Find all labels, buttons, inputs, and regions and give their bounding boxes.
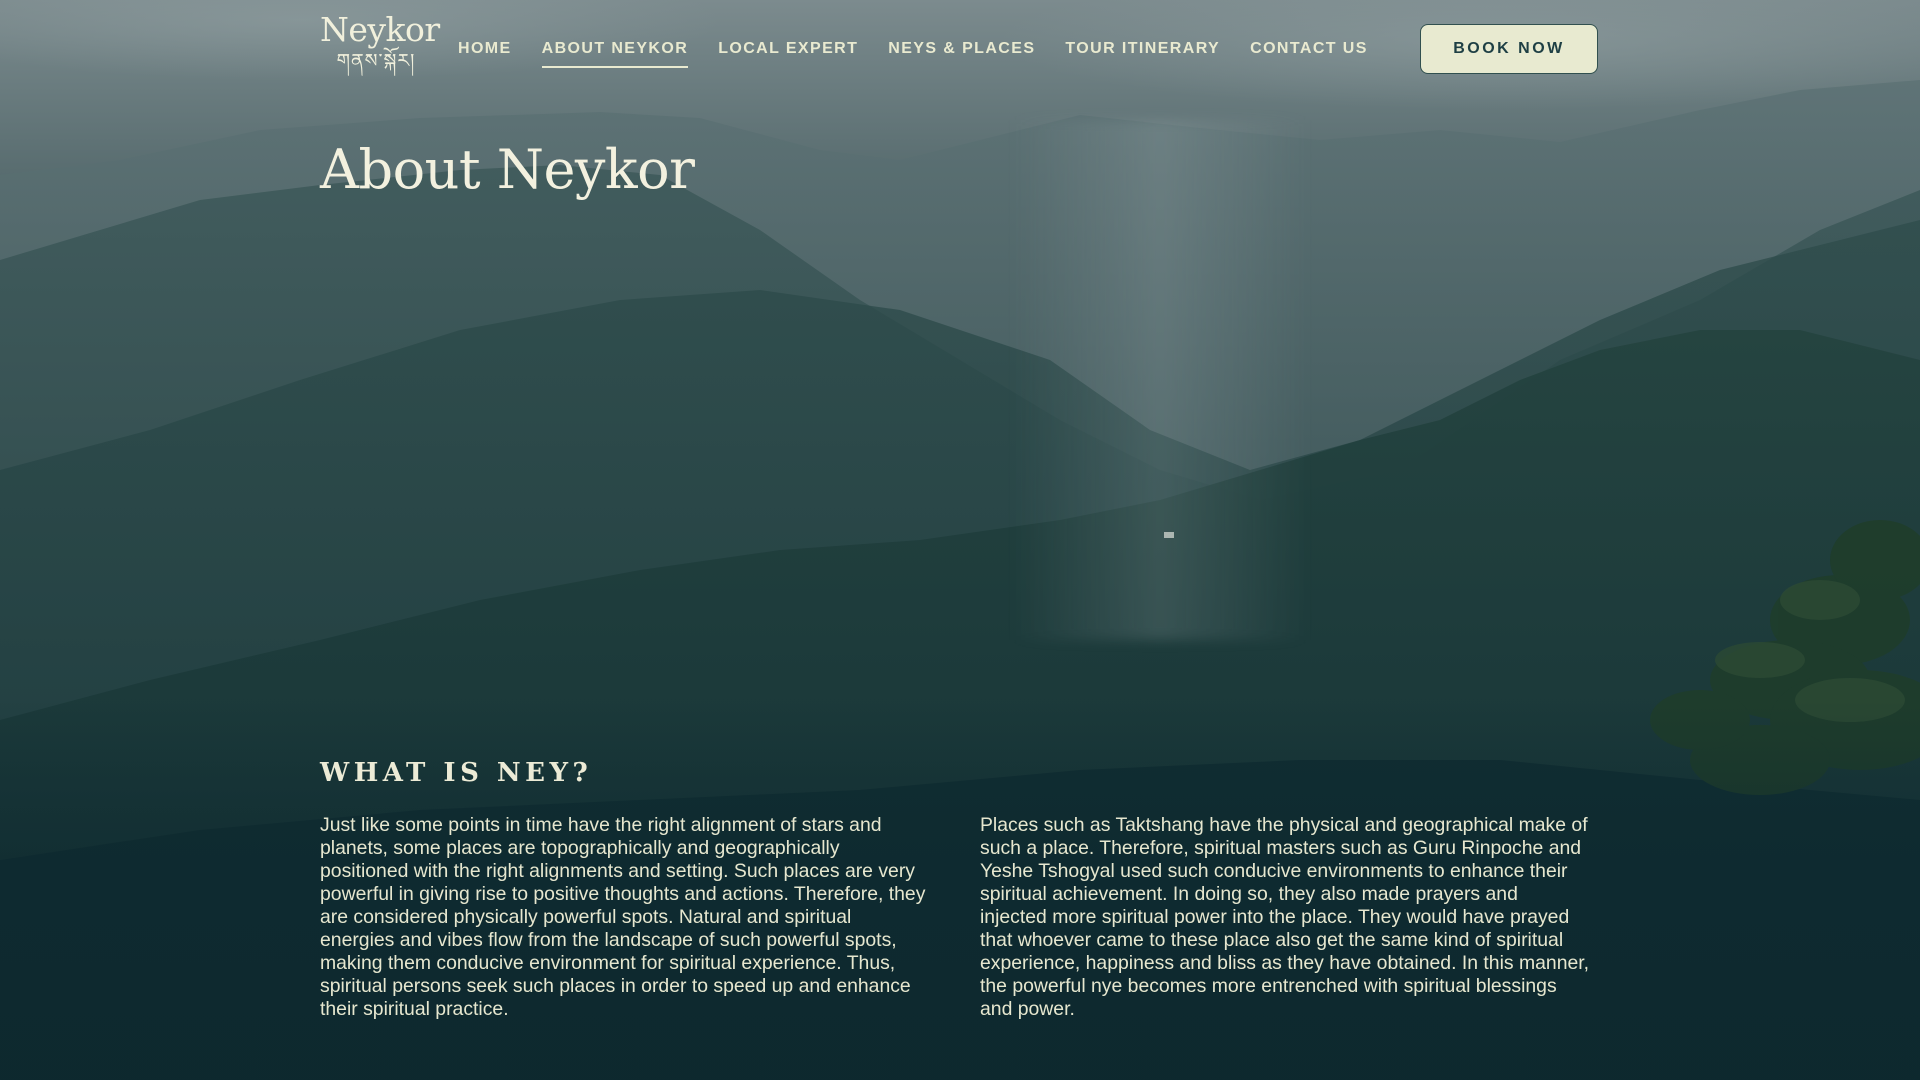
bottom-shade [0, 700, 1920, 1080]
nav-item-home[interactable]: HOME [458, 40, 512, 68]
logo-tibetan-script: གནས་སྐོར། [336, 50, 416, 72]
section-heading: WHAT IS NEY? [320, 758, 593, 788]
paragraph-left: Just like some points in time have the r… [320, 814, 926, 1020]
site-header: Neykor གནས་སྐོར། HOME ABOUT NEYKOR LOCAL… [0, 0, 1920, 100]
nav-item-tour-itinerary[interactable]: TOUR ITINERARY [1065, 40, 1220, 68]
nav-item-about-neykor[interactable]: ABOUT NEYKOR [541, 40, 689, 68]
nav-item-contact-us[interactable]: CONTACT US [1250, 40, 1368, 68]
main-nav: HOME ABOUT NEYKOR LOCAL EXPERT NEYS & PL… [458, 40, 1398, 68]
logo-wordmark: Neykor [320, 10, 440, 49]
nav-item-local-expert[interactable]: LOCAL EXPERT [718, 40, 858, 68]
rain-haze [1010, 120, 1310, 640]
site-logo[interactable]: Neykor གནས་སྐོར། [320, 10, 440, 74]
nav-item-neys-places[interactable]: NEYS & PLACES [888, 40, 1035, 68]
paragraph-right: Places such as Taktshang have the physic… [980, 814, 1590, 1020]
page: Neykor གནས་སྐོར། HOME ABOUT NEYKOR LOCAL… [0, 0, 1920, 1080]
page-title: About Neykor [320, 138, 695, 201]
book-now-button[interactable]: BOOK NOW [1420, 24, 1598, 74]
hero-background-image [0, 0, 1920, 1080]
